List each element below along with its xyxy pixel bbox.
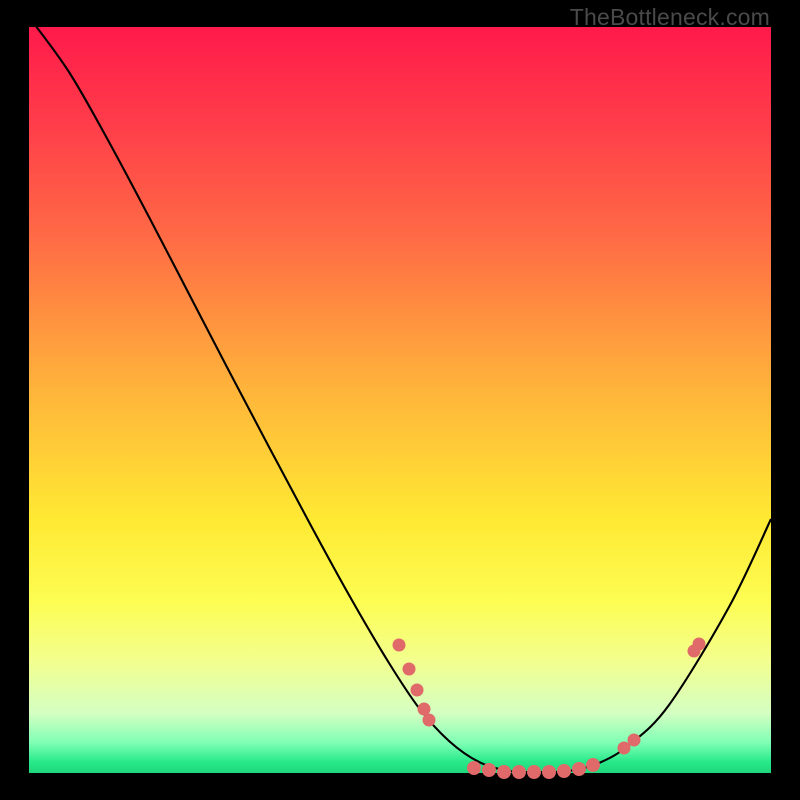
chart-plot-area [29, 27, 771, 773]
data-marker [557, 764, 571, 778]
bottleneck-curve [29, 17, 771, 772]
data-marker [628, 734, 641, 747]
data-marker [512, 765, 526, 779]
data-marker [586, 758, 600, 772]
data-marker [693, 638, 706, 651]
curve-markers [393, 638, 706, 780]
data-marker [482, 763, 496, 777]
data-marker [467, 761, 481, 775]
data-marker [497, 765, 511, 779]
watermark-text: TheBottleneck.com [570, 4, 770, 31]
data-marker [423, 714, 436, 727]
data-marker [542, 765, 556, 779]
chart-svg [29, 27, 771, 773]
data-marker [393, 639, 406, 652]
data-marker [527, 765, 541, 779]
data-marker [403, 663, 416, 676]
data-marker [411, 684, 424, 697]
data-marker [572, 762, 586, 776]
